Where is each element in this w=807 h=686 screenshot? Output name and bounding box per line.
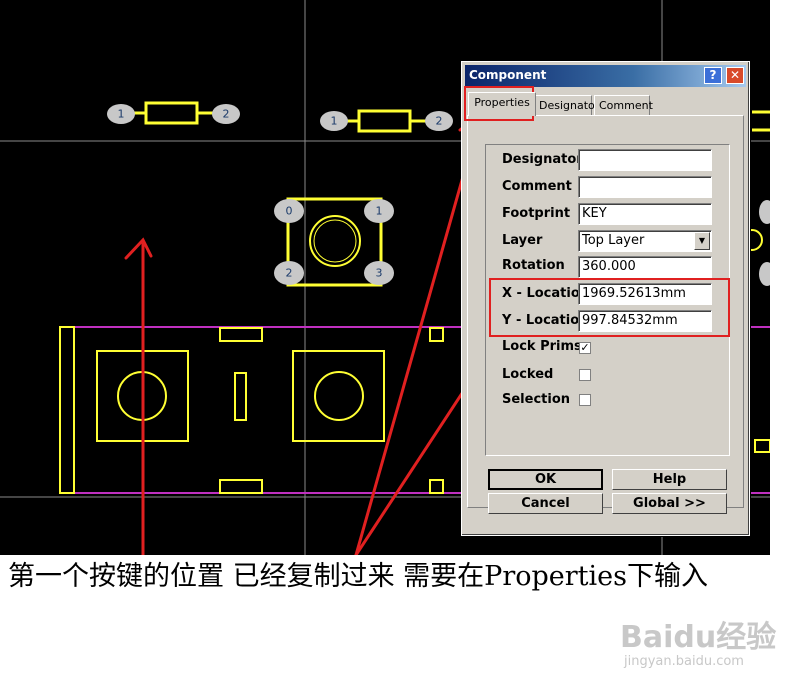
footprint-field[interactable]: KEY bbox=[578, 203, 712, 225]
global-button[interactable]: Global >> bbox=[612, 493, 727, 514]
pad-label: 1 bbox=[331, 115, 338, 128]
comment-label: Comment bbox=[502, 179, 572, 194]
layer-value: Top Layer bbox=[582, 233, 645, 248]
chevron-down-icon[interactable]: ▼ bbox=[694, 232, 710, 250]
help-button[interactable]: Help bbox=[612, 469, 727, 490]
caption-text: 第一个按键的位置 已经复制过来 需要在Properties下输入 bbox=[8, 561, 708, 592]
key-switch-component: 0 1 2 3 bbox=[274, 197, 394, 287]
pad-label: 2 bbox=[286, 267, 293, 280]
layer-select[interactable]: Top Layer ▼ bbox=[578, 230, 712, 252]
dialog-titlebar[interactable]: Component ? ✕ bbox=[465, 65, 746, 87]
lock-prims-label: Lock Prims bbox=[502, 339, 582, 354]
locked-label: Locked bbox=[502, 367, 554, 382]
pad-label: 1 bbox=[118, 108, 125, 121]
selection-label: Selection bbox=[502, 392, 571, 407]
dialog-title: Component bbox=[469, 68, 547, 82]
tab-designator[interactable]: Designator bbox=[534, 95, 599, 115]
ok-button[interactable]: OK bbox=[488, 469, 603, 490]
help-icon[interactable]: ? bbox=[704, 67, 722, 84]
rotation-field[interactable]: 360.000 bbox=[578, 256, 712, 278]
designator-label: Designator bbox=[502, 152, 583, 167]
close-icon[interactable]: ✕ bbox=[726, 67, 744, 84]
comment-field[interactable] bbox=[578, 176, 712, 198]
component-dialog: Component ? ✕ Properties Designator Comm… bbox=[461, 61, 750, 536]
cancel-button[interactable]: Cancel bbox=[488, 493, 603, 514]
pad-label: 3 bbox=[376, 267, 383, 280]
designator-field[interactable] bbox=[578, 149, 712, 171]
layer-label: Layer bbox=[502, 233, 543, 248]
pad-label: 2 bbox=[223, 108, 230, 121]
lock-prims-checkbox[interactable]: ✓ bbox=[579, 342, 591, 354]
selection-checkbox[interactable] bbox=[579, 394, 591, 406]
footprint-label: Footprint bbox=[502, 206, 571, 221]
pad-label: 2 bbox=[436, 115, 443, 128]
watermark-url: jingyan.baidu.com bbox=[624, 654, 744, 669]
resistor-component: 1 2 bbox=[107, 101, 240, 125]
baidu-watermark: Baidu经验 jingyan.baidu.com bbox=[620, 612, 776, 669]
tab-comment[interactable]: Comment bbox=[594, 95, 653, 115]
rotation-label: Rotation bbox=[502, 258, 565, 273]
location-highlight bbox=[489, 278, 730, 337]
pad-label: 1 bbox=[376, 205, 383, 218]
pad-label: 0 bbox=[286, 205, 293, 218]
watermark-logo: Baidu经验 bbox=[620, 620, 777, 655]
locked-checkbox[interactable] bbox=[579, 369, 591, 381]
resistor-component: 1 2 bbox=[320, 109, 453, 133]
tab-properties[interactable]: Properties bbox=[468, 92, 536, 116]
